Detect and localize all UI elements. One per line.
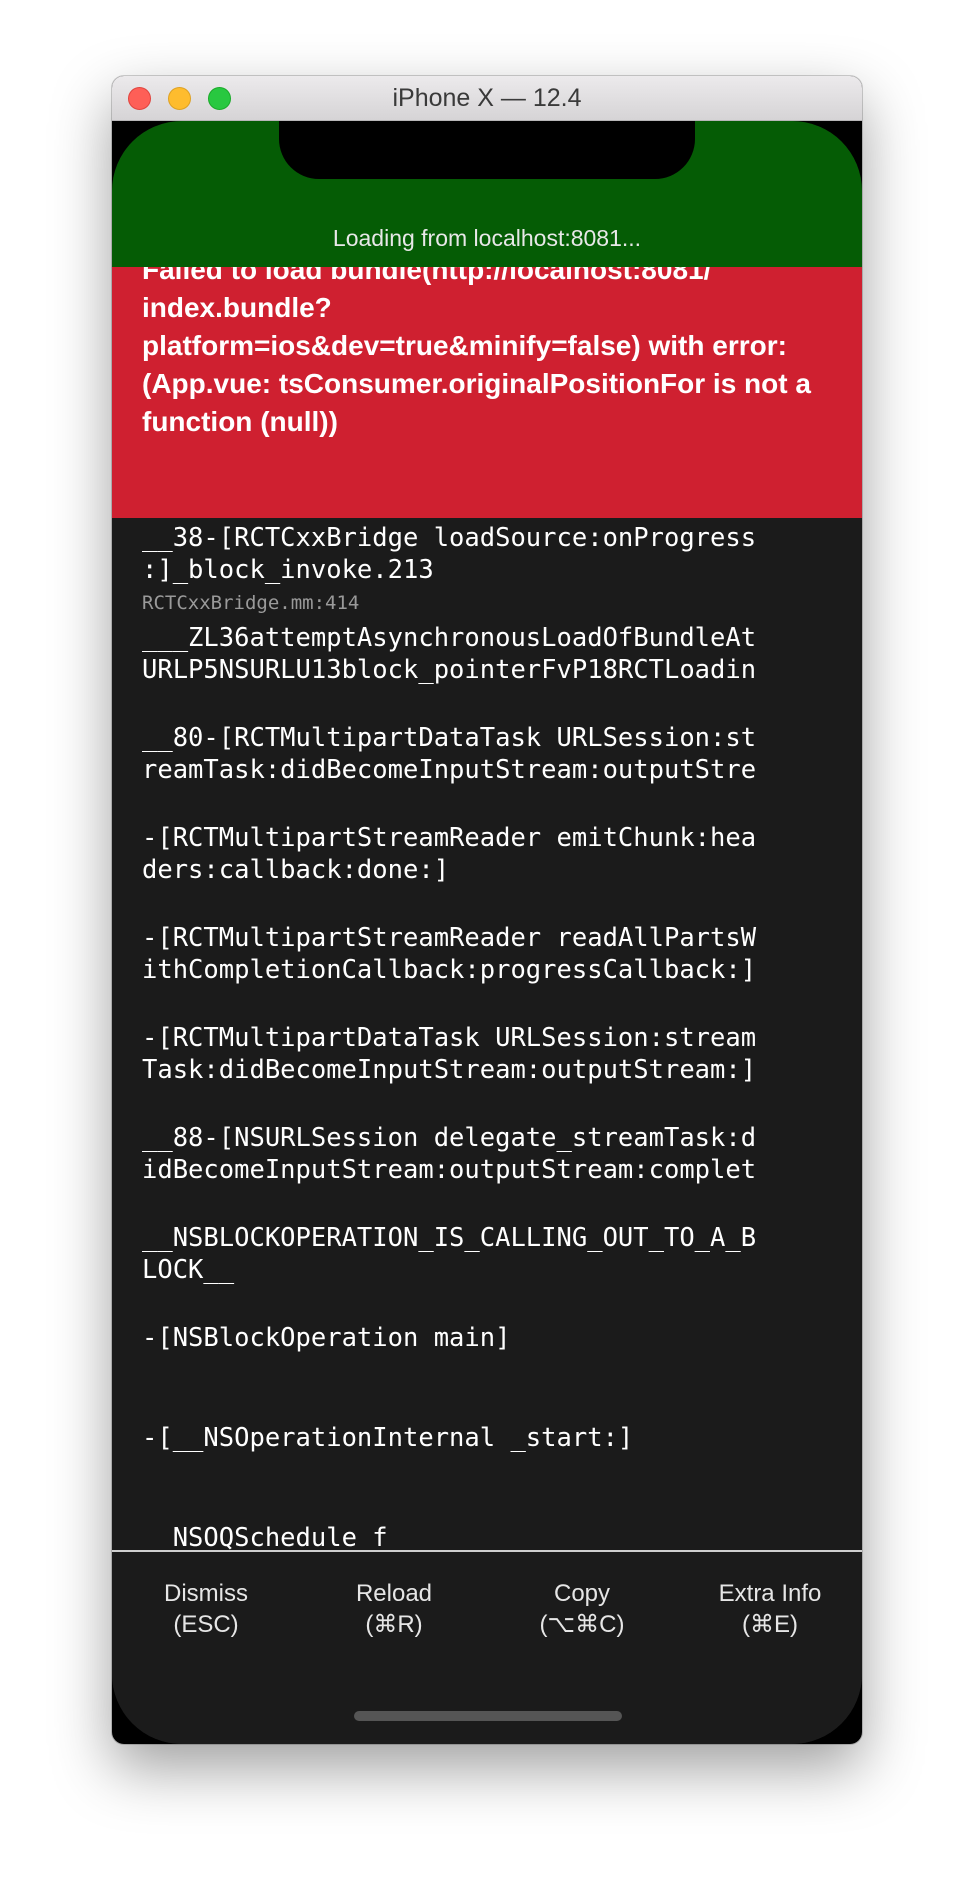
error-banner: Failed to load bundle(http://localhost:8… bbox=[112, 267, 862, 518]
copy-button-shortcut: (⌥⌘C) bbox=[539, 1611, 625, 1638]
stack-frame-method: -[RCTMultipartStreamReader readAllPartsW… bbox=[142, 923, 757, 985]
stack-frame[interactable]: -[NSBlockOperation main] bbox=[142, 1322, 832, 1354]
simulator-window: iPhone X — 12.4 Loading from localhost:8… bbox=[112, 76, 862, 1744]
stack-frame-method: ___ZL36attemptAsynchronousLoadOfBundleAt… bbox=[142, 623, 757, 685]
dismiss-button-label: Dismiss bbox=[164, 1580, 248, 1607]
stack-frame-method: __NSOQSchedule_f bbox=[142, 1523, 388, 1550]
stack-frame-file: RCTCxxBridge.mm:414 bbox=[142, 592, 360, 614]
reload-button-shortcut: (⌘R) bbox=[365, 1611, 423, 1638]
extra-info-button[interactable]: Extra Info (⌘E) bbox=[676, 1578, 862, 1640]
stack-frame-method: __80-[RCTMultipartDataTask URLSession:st… bbox=[142, 723, 757, 785]
stack-frame[interactable]: -[RCTMultipartStreamReader emitChunk:hea… bbox=[142, 822, 832, 886]
error-message: Failed to load bundle(http://localhost:8… bbox=[142, 267, 811, 437]
device-screen: Loading from localhost:8081... Failed to… bbox=[112, 121, 862, 1744]
stack-frame[interactable]: __38-[RCTCxxBridge loadSource:onProgress… bbox=[142, 522, 832, 616]
dismiss-button[interactable]: Dismiss (ESC) bbox=[112, 1578, 300, 1640]
stack-frame-method: -[NSBlockOperation main] bbox=[142, 1323, 511, 1353]
stack-frame[interactable]: ___ZL36attemptAsynchronousLoadOfBundleAt… bbox=[142, 622, 832, 686]
stack-frame[interactable]: __88-[NSURLSession delegate_streamTask:d… bbox=[142, 1122, 832, 1186]
extra-info-button-label: Extra Info bbox=[718, 1580, 822, 1607]
loading-banner: Loading from localhost:8081... bbox=[112, 121, 862, 267]
stack-frame[interactable]: -[RCTMultipartStreamReader readAllPartsW… bbox=[142, 922, 832, 986]
minimize-window-button[interactable] bbox=[168, 87, 191, 110]
stack-frame[interactable]: __NSBLOCKOPERATION_IS_CALLING_OUT_TO_A_B… bbox=[142, 1222, 832, 1286]
dismiss-button-shortcut: (ESC) bbox=[173, 1611, 239, 1638]
stack-trace-list[interactable]: __38-[RCTCxxBridge loadSource:onProgress… bbox=[112, 518, 862, 1550]
loading-status-text: Loading from localhost:8081... bbox=[332, 225, 642, 251]
device-notch bbox=[279, 121, 695, 179]
stack-frame-method: __38-[RCTCxxBridge loadSource:onProgress… bbox=[142, 523, 757, 585]
close-window-button[interactable] bbox=[128, 87, 151, 110]
zoom-window-button[interactable] bbox=[208, 87, 231, 110]
stack-frame[interactable]: __80-[RCTMultipartDataTask URLSession:st… bbox=[142, 722, 832, 786]
extra-info-button-shortcut: (⌘E) bbox=[742, 1611, 798, 1638]
stack-frame-method: -[__NSOperationInternal _start:] bbox=[142, 1423, 634, 1453]
home-indicator[interactable] bbox=[354, 1711, 622, 1721]
stack-frame[interactable]: -[__NSOperationInternal _start:] bbox=[142, 1422, 832, 1454]
copy-button-label: Copy bbox=[553, 1580, 611, 1607]
copy-button[interactable]: Copy (⌥⌘C) bbox=[488, 1578, 676, 1640]
reload-button-label: Reload bbox=[355, 1580, 433, 1607]
reload-button[interactable]: Reload (⌘R) bbox=[300, 1578, 488, 1640]
stack-frame-method: __NSBLOCKOPERATION_IS_CALLING_OUT_TO_A_B… bbox=[142, 1223, 757, 1285]
stack-frame-method: -[RCTMultipartStreamReader emitChunk:hea… bbox=[142, 823, 757, 885]
stack-frame-method: -[RCTMultipartDataTask URLSession:stream… bbox=[142, 1023, 757, 1085]
title-bar[interactable]: iPhone X — 12.4 bbox=[112, 76, 862, 121]
stack-frame[interactable]: -[RCTMultipartDataTask URLSession:stream… bbox=[142, 1022, 832, 1086]
stack-frame[interactable]: __NSOQSchedule_f bbox=[142, 1522, 832, 1550]
stack-frame-method: __88-[NSURLSession delegate_streamTask:d… bbox=[142, 1123, 757, 1185]
